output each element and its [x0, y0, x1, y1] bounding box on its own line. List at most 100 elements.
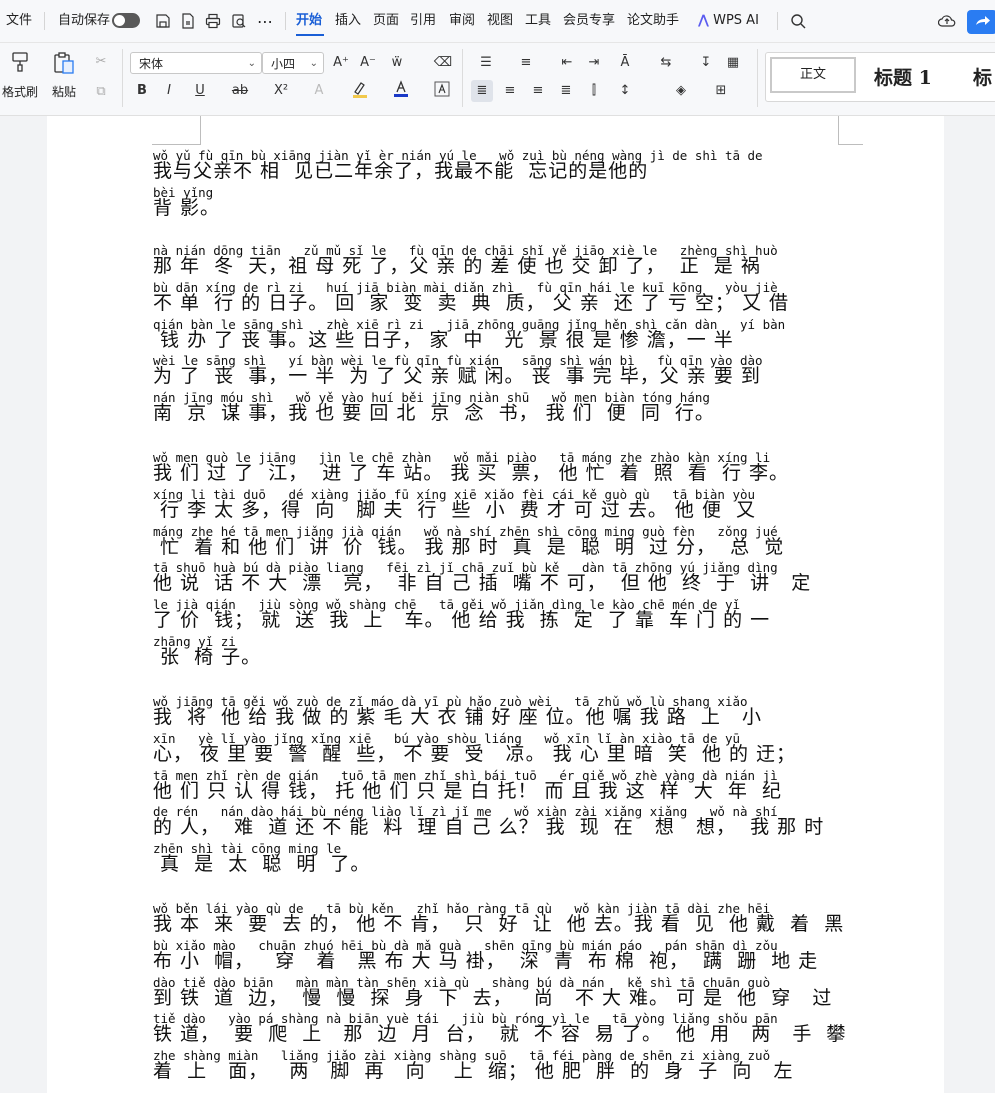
text-line[interactable]: 忙 着 和 他 们 讲 价 钱。 我 那 时 真 是 聪 明 过 分， 总 觉	[153, 536, 784, 558]
text-line[interactable]: 心， 夜 里 要 警 醒 些， 不 要 受 凉。 我 心 里 暗 笑 他 的 迂…	[153, 743, 796, 765]
show-marks-icon[interactable]: ▦	[722, 52, 744, 74]
document-page[interactable]: wǒ yǔ fù qīn bù xiāng jiàn yǐ èr nián yú…	[47, 116, 944, 1093]
text-line[interactable]: 到 铁 道 边， 慢 慢 探 身 下 去， 尚 不 大 难。 可 是 他 穿 过	[153, 987, 832, 1009]
font-color-icon[interactable]	[390, 80, 412, 102]
text-line[interactable]: 那 年 冬 天，祖 母 死 了，父 亲 的 差 使 也 交 卸 了， 正 是 祸	[153, 255, 761, 277]
chevron-down-icon: ⌄	[247, 58, 256, 69]
style-heading-1[interactable]: 标题 1	[874, 63, 932, 90]
text-line[interactable]: 着 上 面， 两 脚 再 向 上 缩； 他 肥 胖 的 身 子 向 左	[153, 1060, 793, 1082]
divider	[757, 49, 758, 107]
tab-home[interactable]: 开始	[296, 11, 322, 31]
justify-icon[interactable]: ≣	[555, 80, 577, 102]
text-line[interactable]: 我 本 来 要 去 的， 他 不 肯， 只 好 让 他 去。我 看 见 他 戴 …	[153, 913, 844, 935]
align-right-icon[interactable]: ≡	[527, 80, 549, 102]
clear-format-icon[interactable]: ⌫	[432, 52, 454, 74]
format-painter-icon	[2, 51, 38, 75]
more-icon[interactable]: ⋯	[254, 10, 276, 32]
italic-icon[interactable]: I	[158, 80, 180, 102]
search-icon[interactable]	[787, 10, 809, 32]
file-menu[interactable]: 文件	[6, 11, 32, 31]
distributed-icon[interactable]: ⫿	[583, 80, 605, 102]
copy-icon[interactable]: ⧉	[90, 81, 112, 103]
font-size-select[interactable]: 小四 ⌄	[262, 52, 324, 74]
text-line[interactable]: 我与父亲不 相 见已二年余了，我最不能 忘记的是他的	[153, 160, 648, 182]
text-line[interactable]: 他 们 只 认 得 钱， 托 他 们 只 是 白 托！ 而 且 我 这 样 大 …	[153, 780, 782, 802]
tab-insert[interactable]: 插入	[335, 11, 361, 31]
document-canvas[interactable]: wǒ yǔ fù qīn bù xiāng jiàn yǐ èr nián yú…	[0, 116, 995, 1093]
font-name-value: 宋体	[139, 57, 164, 71]
autosave-label: 自动保存	[58, 13, 111, 28]
sort-icon[interactable]: ↧	[695, 52, 717, 74]
text-line[interactable]: 真 是 太 聪 明 了。	[153, 853, 370, 875]
numbered-list-icon[interactable]: ≡	[515, 52, 537, 74]
decrease-font-icon[interactable]: A⁻	[357, 52, 379, 74]
bullet-list-icon[interactable]: ☰	[475, 52, 497, 74]
paragraph-spacing-icon[interactable]: ↕	[614, 80, 636, 102]
paste-label: 粘贴	[51, 85, 76, 99]
margin-mark-top-right	[838, 116, 863, 145]
share-button[interactable]	[967, 10, 995, 34]
text-direction-icon[interactable]: Ā	[614, 52, 636, 74]
text-line[interactable]: 布 小 帽， 穿 着 黑 布 大 马 褂， 深 青 布 棉 袍， 蹒 跚 地 走	[153, 950, 818, 972]
wps-ai-icon: ⋀	[698, 13, 709, 28]
line-spacing-icon[interactable]: ⇆	[655, 52, 677, 74]
strikethrough-icon[interactable]: ab	[229, 80, 251, 102]
text-line[interactable]: 我 将 他 给 我 做 的 紫 毛 大 衣 铺 好 座 位。他 嘱 我 路 上 …	[153, 706, 762, 728]
text-line[interactable]: 背 影。	[153, 197, 220, 219]
tab-membership[interactable]: 会员专享	[563, 11, 615, 31]
text-line[interactable]: 的 人， 难 道 还 不 能 料 理 自 己 么？ 我 现 在 想 想， 我 那…	[153, 816, 824, 838]
text-line[interactable]: 铁 道， 要 爬 上 那 边 月 台， 就 不 容 易 了。 他 用 两 手 攀	[153, 1023, 846, 1045]
wps-ai-label: WPS AI	[713, 13, 759, 28]
tab-tools[interactable]: 工具	[525, 11, 551, 31]
export-pdf-icon[interactable]	[177, 10, 199, 32]
paste-icon	[46, 51, 82, 75]
shading-icon[interactable]: ◈	[670, 80, 692, 102]
bold-icon[interactable]: B	[131, 80, 153, 102]
cloud-sync-icon[interactable]	[936, 10, 958, 32]
autosave-toggle[interactable]	[112, 13, 140, 28]
paste-button[interactable]: 粘贴	[46, 51, 82, 100]
text-line[interactable]: 张 椅 子。	[153, 646, 261, 668]
text-line[interactable]: 为 了 丧 事，一 半 为 了 父 亲 赋 闲。 丧 事 完 毕，父 亲 要 到	[153, 365, 761, 387]
superscript-icon[interactable]: X²	[270, 80, 292, 102]
borders-icon[interactable]: ⊞	[710, 80, 732, 102]
tab-review[interactable]: 审阅	[449, 11, 475, 31]
underline-icon[interactable]: U	[189, 80, 211, 102]
wps-ai-button[interactable]: ⋀ WPS AI	[698, 11, 759, 31]
text-line[interactable]: 他 说 话 不 大 漂 亮， 非 自 己 插 嘴 不 可， 但 他 终 于 讲 …	[153, 572, 811, 594]
highlight-icon[interactable]	[349, 80, 371, 102]
font-name-select[interactable]: 宋体 ⌄	[130, 52, 262, 74]
phonetic-guide-icon[interactable]: ẅ	[386, 52, 408, 74]
divider	[462, 49, 463, 107]
chevron-down-icon: ⌄	[309, 58, 318, 69]
text-effect-icon[interactable]: A	[308, 80, 330, 102]
tab-view[interactable]: 视图	[487, 11, 513, 31]
print-preview-icon[interactable]	[228, 10, 250, 32]
text-line[interactable]: 南 京 谋 事，我 也 要 回 北 京 念 书， 我 们 便 同 行。	[153, 402, 715, 424]
tab-references[interactable]: 引用	[410, 11, 436, 31]
cut-icon[interactable]: ✂	[90, 51, 112, 73]
character-border-icon[interactable]	[431, 80, 453, 102]
save-icon[interactable]	[152, 10, 174, 32]
divider	[777, 12, 778, 30]
divider	[44, 12, 45, 30]
format-painter-label: 格式刷	[2, 85, 39, 99]
style-normal[interactable]: 正文	[770, 57, 856, 93]
margin-mark-top-left	[152, 116, 201, 145]
print-icon[interactable]	[202, 10, 224, 32]
text-line[interactable]: 钱 办 了 丧 事。这 些 日子， 家 中 光 景 很 是 惨 澹，一 半	[153, 329, 734, 351]
align-center-icon[interactable]: ≡	[499, 80, 521, 102]
format-painter-button[interactable]: 格式刷	[2, 51, 38, 100]
text-line[interactable]: 行 李 太 多，得 向 脚 夫 行 些 小 费 才 可 过 去。 他 便 又	[153, 499, 756, 521]
increase-font-icon[interactable]: A⁺	[330, 52, 352, 74]
increase-indent-icon[interactable]: ⇥	[583, 52, 605, 74]
tab-page[interactable]: 页面	[373, 11, 399, 31]
text-line[interactable]: 不 单 行 的 日子。 回 家 变 卖 典 质， 父 亲 还 了 亏 空； 又 …	[153, 292, 789, 314]
style-gallery: 正文 标题 1 标	[765, 52, 995, 102]
align-left-icon[interactable]: ≣	[471, 80, 493, 102]
text-line[interactable]: 了 价 钱； 就 送 我 上 车。 他 给 我 拣 定 了 靠 车 门 的 一	[153, 609, 770, 631]
tab-thesis-assistant[interactable]: 论文助手	[627, 11, 679, 31]
decrease-indent-icon[interactable]: ⇤	[556, 52, 578, 74]
text-line[interactable]: 我 们 过 了 江， 进 了 车 站。 我 买 票， 他 忙 着 照 看 行 李…	[153, 462, 789, 484]
style-heading-2[interactable]: 标	[973, 63, 992, 90]
